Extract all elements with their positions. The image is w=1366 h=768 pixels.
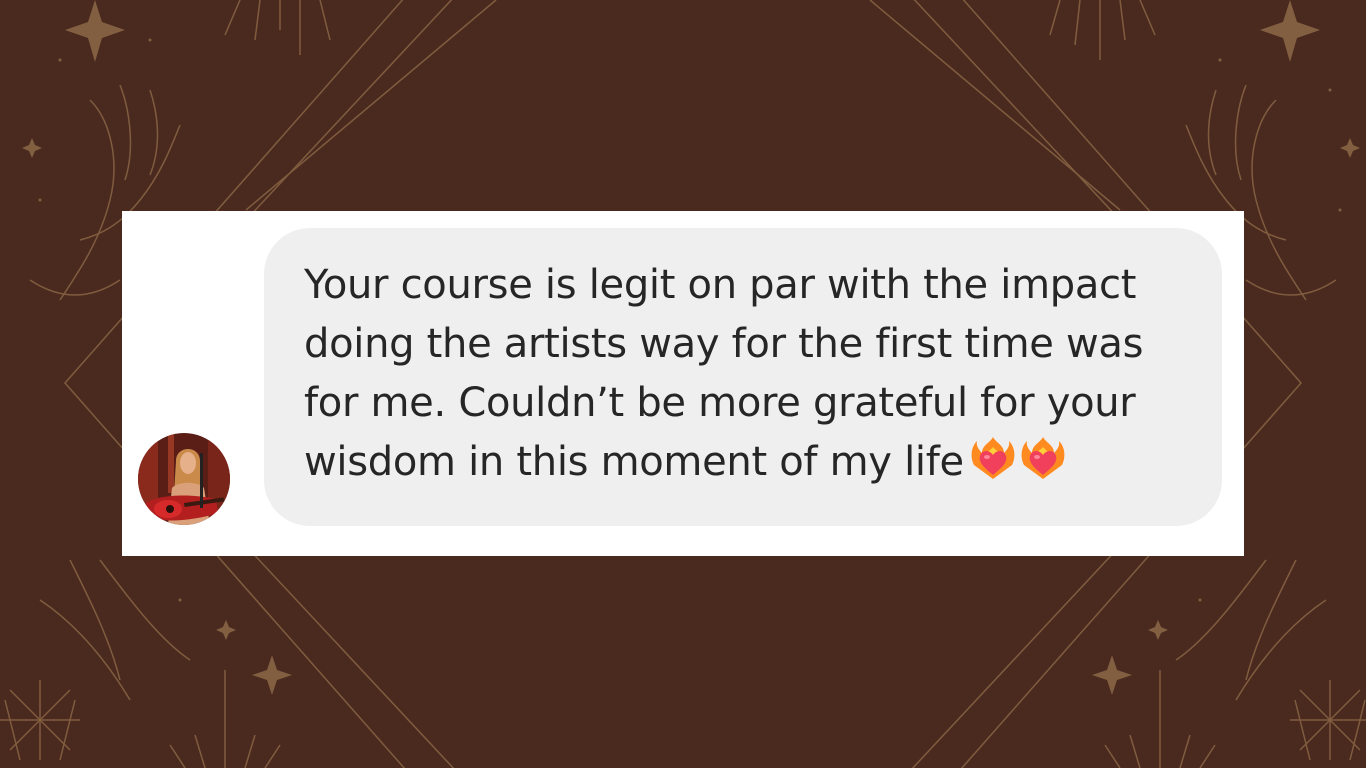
message-bubble: Your course is legit on par with the imp… xyxy=(264,228,1222,526)
heart-on-fire-icon xyxy=(1020,435,1066,481)
emoji-group xyxy=(970,435,1070,498)
avatar[interactable] xyxy=(138,433,230,525)
message-text-container: Your course is legit on par with the imp… xyxy=(304,256,1204,498)
heart-on-fire-icon xyxy=(970,435,1016,481)
message-card: Your course is legit on par with the imp… xyxy=(122,211,1244,556)
